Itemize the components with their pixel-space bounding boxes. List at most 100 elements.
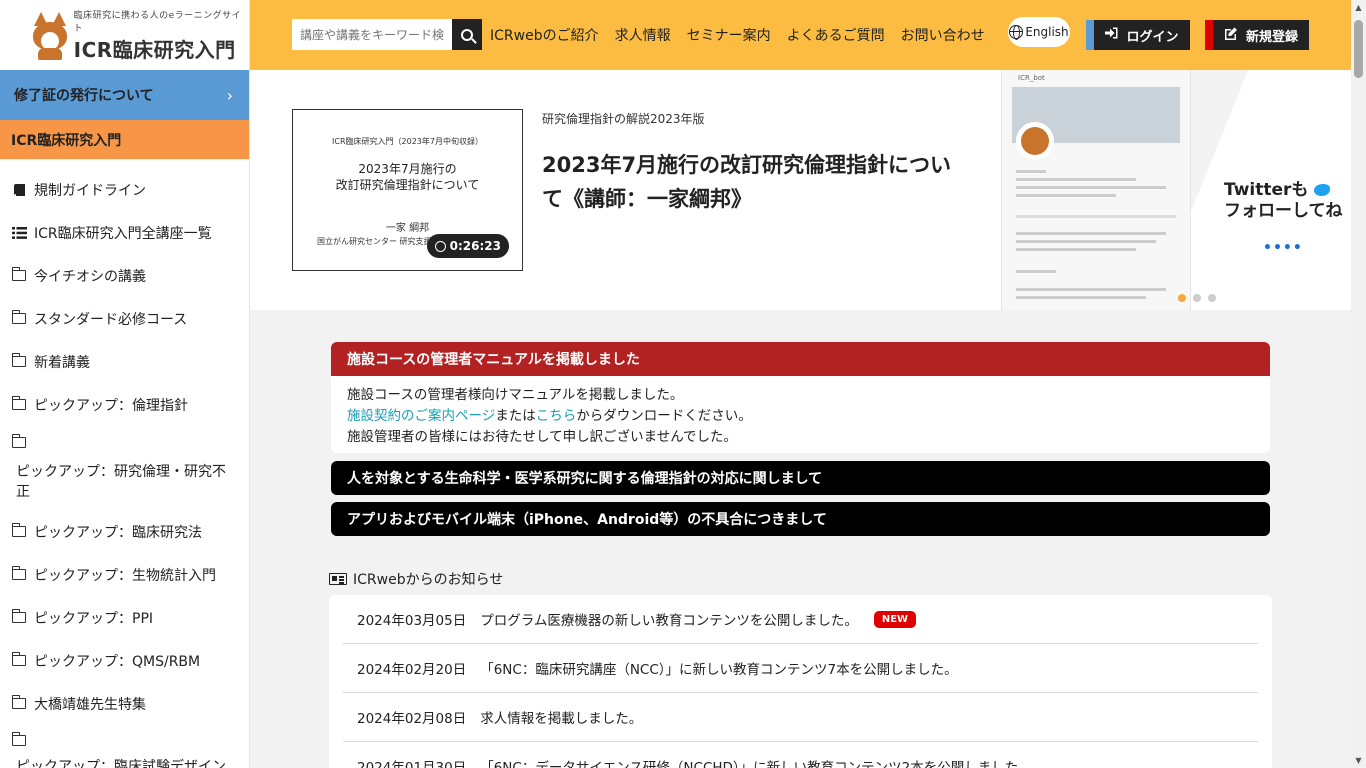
sidebar-item-research-ethics[interactable]: ピックアップ：研究倫理・研究不正 (0, 426, 249, 510)
featured-carousel: ICR臨床研究入門（2023年7月中旬収録） 2023年7月施行の 改訂研究倫理… (250, 70, 1351, 310)
folder-icon (11, 523, 26, 537)
sidebar-item-label: ピックアップ：生物統計入門 (34, 567, 216, 584)
sidebar-item-label: スタンダード必修コース (34, 311, 188, 328)
login-label: ログイン (1126, 29, 1179, 45)
search-button[interactable] (452, 19, 482, 50)
site-logo[interactable]: 臨床研究に携わる人のeラーニングサイト ICR臨床研究入門 (0, 0, 249, 70)
scroll-up-arrow-icon[interactable]: ▲ (1351, 0, 1366, 15)
thumbnail-speaker: 一家 綱邦 (385, 223, 430, 234)
new-badge: NEW (873, 610, 917, 628)
certificate-label: 修了証の発行について (14, 88, 154, 104)
dog-mascot-icon (30, 10, 70, 60)
carousel-indicators (1178, 294, 1216, 302)
sidebar-item-label: 大橋靖雄先生特集 (34, 696, 146, 713)
sidebar-item-ethics-guidelines[interactable]: ピックアップ：倫理指針 (0, 383, 249, 426)
twitter-follow-promo[interactable]: Twitterも フォローしてね (1224, 180, 1343, 222)
book-icon (10, 183, 28, 197)
twitter-handle: ICR_bot (1018, 74, 1045, 82)
folder-icon (11, 310, 26, 324)
carousel-dot[interactable] (1178, 294, 1186, 302)
news-text: 「6NC：データサイエンス研修（NCCHD）」に新しい教育コンテンツ2本を公開し… (480, 760, 1032, 768)
folder-icon (11, 353, 26, 367)
search-icon (461, 28, 473, 41)
download-link[interactable]: こちら (536, 408, 577, 424)
search-bar (292, 19, 482, 50)
sidebar-item-label: ピックアップ：QMS/RBM (34, 653, 201, 670)
scroll-down-arrow-icon[interactable]: ▼ (1351, 753, 1366, 768)
sidebar-item-label: 規制ガイドライン (34, 182, 146, 199)
notice-manager-manual: 施設コースの管理者マニュアルを掲載しました 施設コースの管理者様向けマニュアルを… (331, 342, 1270, 453)
news-text: 「6NC：臨床研究講座（NCC）」に新しい教育コンテンツ7本を公開しました。 (480, 662, 958, 678)
signup-button[interactable]: 新規登録 (1205, 20, 1309, 50)
news-item[interactable]: 2024年02月20日 「6NC：臨床研究講座（NCC）」に新しい教育コンテンツ… (343, 644, 1258, 693)
facility-contract-link[interactable]: 施設契約のご案内ページ (347, 408, 495, 424)
folder-icon (11, 731, 26, 746)
nav-contact[interactable]: お問い合わせ (901, 25, 985, 45)
news-date: 2024年03月05日 (357, 613, 467, 629)
news-text: プログラム医療機器の新しい教育コンテンツを公開しました。 (480, 613, 858, 629)
sidebar-item-all-courses[interactable]: ICR臨床研究入門全講座一覧 (0, 211, 249, 254)
globe-icon (1009, 25, 1024, 40)
folder-icon (11, 652, 26, 666)
sidebar-item-ohashi-feature[interactable]: 大橋靖雄先生特集 (0, 682, 249, 725)
sidebar-item-qms-rbm[interactable]: ピックアップ：QMS/RBM (0, 639, 249, 682)
notice-app-issues[interactable]: アプリおよびモバイル端末（iPhone、Android等）の不具合につきまして (331, 502, 1270, 536)
news-item[interactable]: 2024年02月08日 求人情報を掲載しました。 (343, 693, 1258, 742)
sidebar-item-guidelines[interactable]: 規制ガイドライン (0, 168, 249, 211)
sidebar-item-clinical-research-law[interactable]: ピックアップ：臨床研究法 (0, 510, 249, 553)
signup-label: 新規登録 (1245, 29, 1298, 45)
notice-title[interactable]: 施設コースの管理者マニュアルを掲載しました (331, 342, 1270, 376)
folder-icon (11, 566, 26, 580)
nav-faq[interactable]: よくあるご質問 (787, 25, 885, 45)
vertical-scrollbar[interactable]: ▲ ▼ (1351, 0, 1366, 768)
notice-text: からダウンロードください。 (576, 408, 752, 424)
sidebar-item-label: ピックアップ：倫理指針 (34, 397, 188, 414)
carousel-dot[interactable] (1193, 294, 1201, 302)
nav-about[interactable]: ICRwebのご紹介 (490, 25, 599, 45)
scrollbar-thumb[interactable] (1354, 20, 1363, 78)
nav-jobs[interactable]: 求人情報 (615, 25, 671, 45)
news-date: 2024年02月20日 (357, 662, 467, 678)
sidebar-item-label: ピックアップ：臨床研究法 (34, 524, 202, 541)
login-button[interactable]: ログイン (1086, 20, 1190, 50)
carousel-dot[interactable] (1208, 294, 1216, 302)
sidebar-item-label: ピックアップ：臨床試験デザイン (16, 759, 226, 768)
sidebar-item-ppi[interactable]: ピックアップ：PPI (0, 596, 249, 639)
certificate-menu-item[interactable]: 修了証の発行について › (0, 70, 249, 120)
list-icon (10, 226, 28, 239)
sidebar-item-biostatistics[interactable]: ピックアップ：生物統計入門 (0, 553, 249, 596)
thumbnail-title-line-1: 2023年7月施行の (358, 162, 457, 176)
sidebar-item-label: 新着講義 (34, 354, 90, 371)
news-item[interactable]: 2024年03月05日 プログラム医療機器の新しい教育コンテンツを公開しました。… (343, 595, 1258, 644)
sidebar-item-trial-design[interactable]: ピックアップ：臨床試験デザイン (0, 725, 249, 768)
news-text: 求人情報を掲載しました。 (480, 711, 643, 727)
lecture-title[interactable]: 2023年7月施行の改訂研究倫理指針について《講師：一家綱邦》 (542, 148, 962, 216)
clock-icon (434, 240, 446, 252)
sidebar-item-standard-course[interactable]: スタンダード必修コース (0, 297, 249, 340)
twitter-embed[interactable]: ICR_bot (1001, 70, 1191, 310)
lecture-thumbnail[interactable]: ICR臨床研究入門（2023年7月中旬収録） 2023年7月施行の 改訂研究倫理… (292, 109, 523, 271)
login-icon (1105, 27, 1118, 43)
twitter-cta-line-2: フォローしてね (1224, 201, 1343, 221)
nav-seminars[interactable]: セミナー案内 (687, 25, 771, 45)
newspaper-icon (329, 573, 347, 585)
top-header: ICRwebのご紹介 求人情報 セミナー案内 よくあるご質問 お問い合わせ En… (250, 0, 1351, 70)
sidebar-item-new-lectures[interactable]: 新着講義 (0, 340, 249, 383)
news-title-text: ICRwebからのお知らせ (353, 572, 504, 588)
search-input[interactable] (292, 19, 452, 50)
news-item[interactable]: 2024年01月30日 「6NC：データサイエンス研修（NCCHD）」に新しい教… (343, 742, 1258, 768)
folder-icon (11, 695, 26, 709)
notice-text: または (495, 408, 536, 424)
chevron-right-icon: › (226, 85, 233, 105)
top-nav: ICRwebのご紹介 求人情報 セミナー案内 よくあるご質問 お問い合わせ (490, 25, 985, 45)
sidebar-section-title[interactable]: ICR臨床研究入門 (0, 120, 249, 160)
sidebar-item-recommended[interactable]: 今イチオシの講義 (0, 254, 249, 297)
sidebar-item-label: ピックアップ：PPI (34, 610, 154, 627)
language-button[interactable]: English (1008, 17, 1070, 47)
notice-ethics-guidelines[interactable]: 人を対象とする生命科学・医学系研究に関する倫理指針の対応に関しまして (331, 461, 1270, 495)
edit-icon (1224, 27, 1238, 44)
twitter-avatar (1016, 122, 1054, 160)
news-date: 2024年02月08日 (357, 711, 467, 727)
news-section-title: ICRwebからのお知らせ (329, 569, 503, 589)
notice-line: 施設コースの管理者様向けマニュアルを掲載しました。 (347, 387, 684, 403)
